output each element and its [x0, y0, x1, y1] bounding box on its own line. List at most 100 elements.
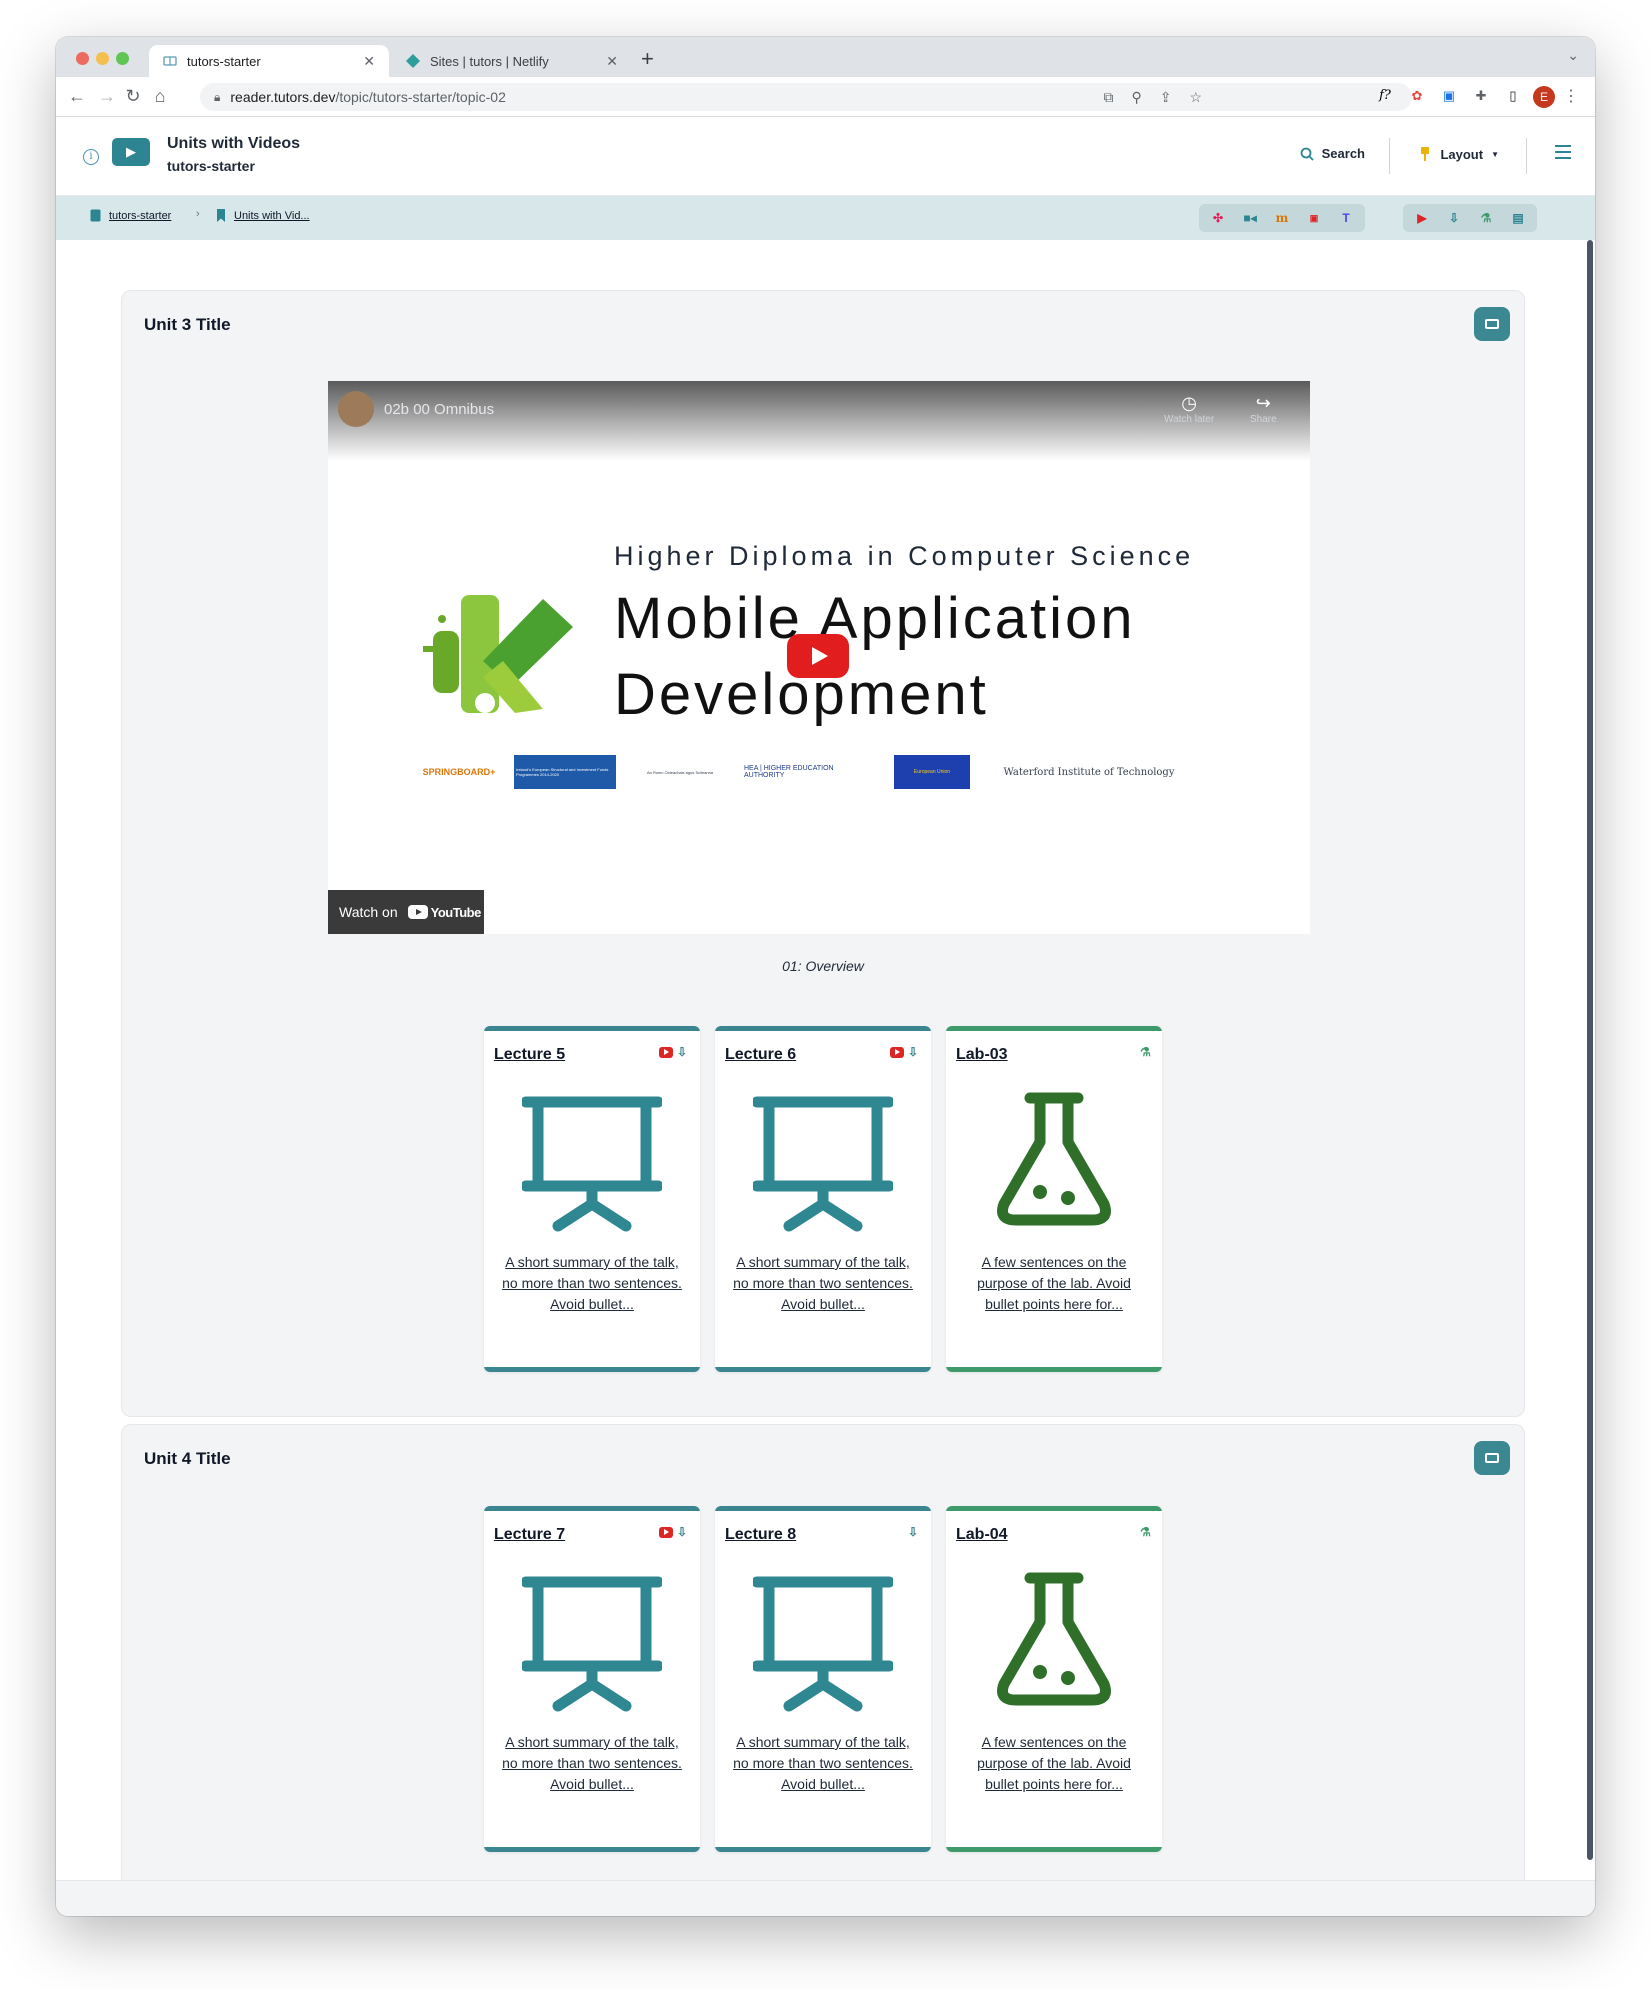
tab-close-icon[interactable]: ✕: [606, 53, 618, 70]
course-subtitle: tutors-starter: [167, 158, 255, 174]
unit-layout-toggle-button[interactable]: [1474, 1441, 1510, 1475]
card-top-border: [946, 1506, 1162, 1511]
youtube-icon[interactable]: ▶: [1413, 210, 1431, 226]
lab-card[interactable]: Lab-04 ⚗ A few sentences on the purpose …: [946, 1506, 1162, 1852]
page-scrollbar[interactable]: [1587, 240, 1593, 1860]
card-bottom-border: [484, 1847, 700, 1852]
home-icon[interactable]: ⌂: [149, 86, 171, 107]
resource-links: ▶ ⇩ ⚗ ▤: [1403, 204, 1537, 232]
card-title[interactable]: Lecture 8: [725, 1526, 796, 1544]
youtube-logo: YouTube: [407, 905, 481, 920]
zoom-window-button[interactable]: [116, 52, 129, 65]
minimize-window-button[interactable]: [96, 52, 109, 65]
card-summary[interactable]: A few sentences on the purpose of the la…: [962, 1252, 1146, 1315]
chevron-down-icon[interactable]: ⌄: [1567, 47, 1579, 64]
eu-logo: European Union: [894, 755, 970, 789]
browser-menu-icon[interactable]: ⋮: [1563, 86, 1579, 106]
slack-icon[interactable]: ✣: [1209, 210, 1227, 226]
card-title[interactable]: Lecture 5: [494, 1046, 565, 1064]
share-button[interactable]: ↪ Share: [1250, 393, 1277, 425]
card-top-border: [715, 1026, 931, 1031]
url-host: reader.tutors.dev: [230, 89, 336, 105]
youtube-embed[interactable]: 02b 00 Omnibus ◷ Watch later ↪ Share Hig…: [328, 381, 1310, 934]
card-summary[interactable]: A short summary of the talk, no more tha…: [500, 1252, 684, 1315]
forward-arrow-icon[interactable]: →: [96, 86, 118, 107]
youtube-icon: [659, 1046, 673, 1058]
card-title[interactable]: Lab-03: [956, 1046, 1008, 1064]
youtube-channel-icon[interactable]: ▣: [1305, 210, 1323, 226]
talk-card[interactable]: Lecture 5 ⇩ A short summary of the talk,…: [484, 1026, 700, 1372]
watch-later-button[interactable]: ◷ Watch later: [1164, 393, 1214, 425]
info-icon[interactable]: i: [83, 149, 99, 165]
watch-on-youtube-button[interactable]: Watch on YouTube: [328, 890, 484, 934]
card-title[interactable]: Lecture 6: [725, 1046, 796, 1064]
video-title[interactable]: 02b 00 Omnibus: [384, 401, 494, 418]
color-wheel-extension-icon[interactable]: ✿: [1407, 86, 1427, 106]
lab-icon[interactable]: ⚗: [1477, 210, 1495, 226]
moodle-icon[interactable]: m: [1273, 210, 1291, 226]
browser-tab-inactive[interactable]: Sites | tutors | Netlify ✕: [392, 45, 632, 77]
blue-extension-icon[interactable]: ▣: [1439, 86, 1459, 106]
zoom-icon[interactable]: ⚲: [1131, 89, 1141, 106]
teams-icon[interactable]: T: [1337, 210, 1355, 226]
brush-icon: [1421, 147, 1430, 161]
card-summary[interactable]: A short summary of the talk, no more tha…: [731, 1732, 915, 1795]
puzzle-extensions-icon[interactable]: ✚: [1471, 86, 1491, 106]
hea-logo: HEA | HIGHER EDUCATION AUTHORITY: [744, 765, 834, 779]
breadcrumb-item-topic[interactable]: Units with Vid...: [216, 209, 310, 222]
card-summary[interactable]: A few sentences on the purpose of the la…: [962, 1732, 1146, 1795]
omnibox-actions: ⧉ ⚲ ⇪ ☆: [1103, 83, 1202, 111]
profile-avatar[interactable]: E: [1533, 86, 1555, 108]
slide-title-line: Mobile Application: [614, 586, 1136, 651]
card-badges: ⇩: [659, 1525, 688, 1539]
panel-icon: [1485, 1453, 1499, 1463]
browser-tab-active[interactable]: tutors-starter ✕: [149, 45, 389, 77]
play-button[interactable]: [787, 634, 849, 678]
video-call-icon[interactable]: ■◂: [1241, 210, 1259, 226]
slide-title-line: Development: [614, 662, 989, 727]
unit-card-grid: Lecture 7 ⇩ A short summary of the talk,…: [122, 1506, 1524, 1852]
search-button[interactable]: Search: [1300, 146, 1365, 161]
download-icon[interactable]: ⇩: [1445, 210, 1463, 226]
presentation-icon: [522, 1576, 662, 1712]
card-title[interactable]: Lecture 7: [494, 1526, 565, 1544]
unit-layout-toggle-button[interactable]: [1474, 307, 1510, 341]
hamburger-menu-icon[interactable]: [1555, 145, 1571, 163]
back-arrow-icon[interactable]: ←: [66, 86, 88, 107]
clock-icon: ◷: [1181, 393, 1197, 413]
card-summary[interactable]: A short summary of the talk, no more tha…: [731, 1252, 915, 1315]
course-title-block: Units with Videos tutors-starter: [167, 135, 300, 174]
address-bar[interactable]: 🔒︎ reader.tutors.dev/topic/tutors-starte…: [200, 83, 1412, 111]
talk-card[interactable]: Lecture 7 ⇩ A short summary of the talk,…: [484, 1506, 700, 1852]
open-external-icon[interactable]: ⧉: [1103, 89, 1113, 106]
bookmark-star-icon[interactable]: ☆: [1189, 89, 1202, 106]
card-badges: ⚗: [1140, 1045, 1151, 1059]
card-title[interactable]: Lab-04: [956, 1526, 1008, 1544]
tab-close-icon[interactable]: ✕: [363, 53, 375, 70]
card-bottom-border: [946, 1847, 1162, 1852]
talk-card[interactable]: Lecture 6 ⇩ A short summary of the talk,…: [715, 1026, 931, 1372]
formula-extension-icon[interactable]: f?: [1375, 86, 1395, 106]
slide-subtitle: Higher Diploma in Computer Science: [614, 541, 1195, 571]
side-panel-icon[interactable]: ▯: [1503, 86, 1523, 106]
talk-card[interactable]: Lecture 8 ⇩ A short summary of the talk,…: [715, 1506, 931, 1852]
reload-icon[interactable]: ↻: [122, 86, 144, 107]
breadcrumb-item-course[interactable]: tutors-starter: [90, 209, 171, 222]
lab-card[interactable]: Lab-03 ⚗ A few sentences on the purpose …: [946, 1026, 1162, 1372]
watch-on-label: Watch on: [339, 904, 398, 920]
layout-button[interactable]: Layout ▼: [1418, 146, 1499, 162]
share-icon[interactable]: ⇪: [1160, 89, 1172, 106]
play-logo-icon[interactable]: ▶: [112, 138, 150, 166]
card-summary[interactable]: A short summary of the talk, no more tha…: [500, 1732, 684, 1795]
url-path: /topic/tutors-starter/topic-02: [335, 89, 506, 105]
share-arrow-icon: ↪: [1255, 393, 1271, 413]
breadcrumb-label: Units with Vid...: [234, 209, 310, 222]
header-divider: [1526, 138, 1527, 174]
youtube-icon: [659, 1526, 673, 1538]
new-tab-button[interactable]: +: [641, 46, 654, 72]
channel-avatar[interactable]: [338, 391, 374, 427]
header-divider: [1389, 138, 1390, 174]
card-bottom-border: [715, 1847, 931, 1852]
archive-icon[interactable]: ▤: [1509, 210, 1527, 226]
close-window-button[interactable]: [76, 52, 89, 65]
